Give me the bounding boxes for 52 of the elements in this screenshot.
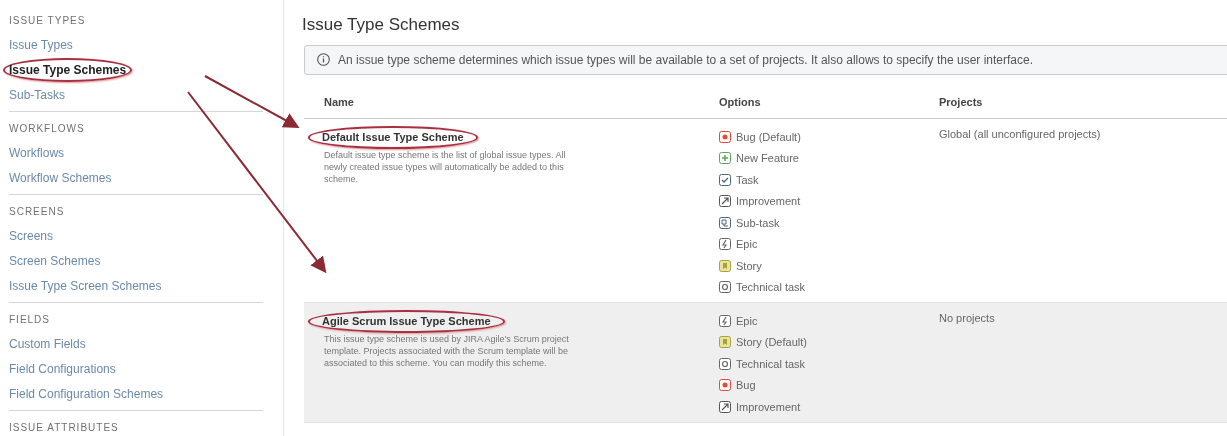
projects-cell-text: Global (all unconfigured projects) (939, 127, 1101, 142)
column-header: Projects (939, 94, 983, 110)
section-heading: FIELDS (9, 313, 51, 327)
issue-type-label: Sub-task (736, 215, 780, 231)
page-title: Issue Type Schemes (302, 14, 461, 36)
column-header: Name (323, 94, 355, 110)
section-heading: SCREENS (9, 205, 66, 219)
issue-type-label: Bug (Default) (736, 129, 801, 145)
section-heading: WORKFLOWS (9, 122, 86, 136)
sidebar-link[interactable]: Issue Types (9, 35, 73, 54)
sidebar-link[interactable]: Screen Schemes (9, 251, 101, 270)
projects-cell-text: No projects (939, 311, 995, 326)
sidebar-link[interactable]: Workflow Schemes (9, 168, 112, 187)
issue-type-label: Technical task (736, 356, 806, 372)
info-icon (317, 53, 330, 66)
bug-icon (719, 379, 731, 392)
story-icon (719, 259, 731, 272)
sidebar-link[interactable]: Sub-Tasks (9, 85, 66, 104)
lightning-icon (719, 314, 731, 327)
issue-type-label: Improvement (736, 399, 801, 415)
plus-icon (719, 152, 731, 165)
sidebar-link[interactable]: Workflows (9, 143, 65, 162)
section-heading: ISSUE ATTRIBUTES (9, 421, 120, 435)
scheme-description: Default issue type scheme is the list of global issue types. All newly created issue types will automatically be added to this scheme. (324, 148, 567, 185)
issue-type-label: Story (Default) (736, 335, 807, 350)
scheme-name[interactable]: Agile Scrum Issue Type Scheme (308, 310, 505, 333)
lightning-icon (719, 238, 731, 251)
scheme-description: This issue type scheme is used by JIRA Agile's Scrum project template. Projects associated with the Scrum template will be associated to this scheme. You can modify this scheme. (324, 332, 570, 369)
sidebar-link[interactable]: Field Configurations (9, 359, 116, 378)
sidebar-link[interactable]: Screens (9, 226, 54, 245)
arrow-icon (719, 400, 731, 413)
issue-type-label: New Feature (736, 151, 799, 166)
issue-type-label: Epic (736, 313, 758, 329)
sidebar-link[interactable]: Field Configuration Schemes (9, 384, 164, 403)
issue-type-label: Epic (736, 237, 758, 252)
info-text: An issue type scheme determines which issue types will be available to a set of projects. It also allows to specify the user interface. (338, 52, 1034, 68)
issue-type-label: Task (736, 172, 759, 188)
arrow-icon (719, 195, 731, 208)
section-heading: ISSUE TYPES (9, 14, 87, 28)
story-icon (719, 336, 731, 349)
issue-type-label: Story (736, 258, 762, 274)
column-header: Options (719, 94, 762, 110)
bug-icon (719, 130, 731, 143)
subtask-icon (719, 216, 731, 229)
sidebar-link[interactable]: Custom Fields (9, 334, 86, 353)
scheme-name[interactable]: Default Issue Type Scheme (308, 126, 478, 149)
sidebar-link[interactable]: Issue Type Schemes (3, 57, 133, 82)
checkbox-icon (719, 173, 731, 186)
sidebar-link[interactable]: Issue Type Screen Schemes (9, 276, 162, 295)
issue-type-label: Bug (736, 378, 756, 393)
issue-type-label: Improvement (736, 194, 801, 209)
issue-type-label: Technical task (736, 280, 806, 295)
